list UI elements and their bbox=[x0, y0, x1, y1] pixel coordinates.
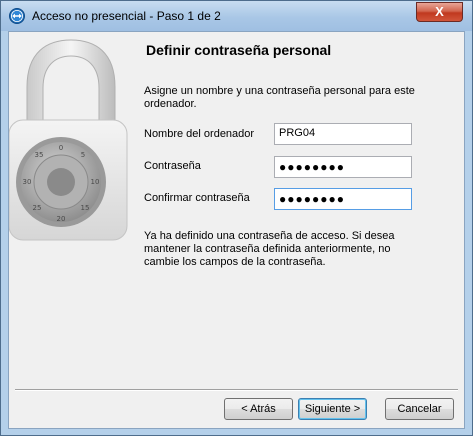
teamviewer-icon bbox=[9, 8, 25, 24]
svg-text:15: 15 bbox=[81, 204, 90, 212]
svg-text:5: 5 bbox=[81, 151, 85, 159]
window-title: Acceso no presencial - Paso 1 de 2 bbox=[32, 9, 221, 23]
confirm-password-field[interactable]: ●●●●●●●● bbox=[274, 188, 412, 210]
svg-text:20: 20 bbox=[57, 215, 66, 223]
svg-text:35: 35 bbox=[35, 151, 44, 159]
password-label: Contraseña bbox=[144, 160, 201, 172]
title-bar[interactable]: Acceso no presencial - Paso 1 de 2 X bbox=[1, 1, 472, 31]
next-button[interactable]: Siguiente > bbox=[298, 398, 367, 420]
dialog-client-area: 0 5 10 15 20 25 30 35 Definir contraseña… bbox=[8, 31, 465, 429]
page-title: Definir contraseña personal bbox=[146, 42, 332, 58]
back-button[interactable]: < Atrás bbox=[224, 398, 293, 420]
confirm-password-label: Confirmar contraseña bbox=[144, 192, 250, 204]
separator bbox=[15, 389, 458, 391]
computer-name-field[interactable]: PRG04 bbox=[274, 123, 412, 145]
computer-name-label: Nombre del ordenador bbox=[144, 128, 255, 140]
info-text: Ya ha definido una contraseña de acceso.… bbox=[144, 230, 395, 268]
password-field[interactable]: ●●●●●●●● bbox=[274, 156, 412, 178]
dialog-window: Acceso no presencial - Paso 1 de 2 X 0 5… bbox=[0, 0, 473, 436]
svg-text:10: 10 bbox=[91, 178, 100, 186]
close-icon: X bbox=[435, 4, 444, 19]
close-button[interactable]: X bbox=[416, 2, 463, 22]
padlock-combination-icon: 0 5 10 15 20 25 30 35 bbox=[9, 39, 128, 241]
intro-text: Asigne un nombre y una contraseña person… bbox=[144, 85, 415, 110]
svg-text:25: 25 bbox=[33, 204, 42, 212]
svg-text:30: 30 bbox=[23, 178, 32, 186]
svg-text:0: 0 bbox=[59, 144, 63, 152]
cancel-button[interactable]: Cancelar bbox=[385, 398, 454, 420]
